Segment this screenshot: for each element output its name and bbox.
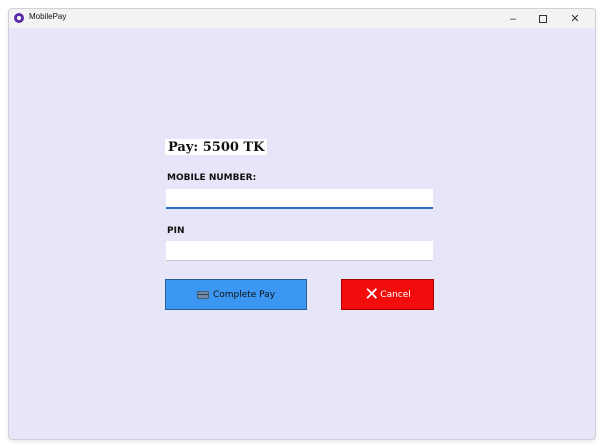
- x-icon: ✕: [364, 283, 380, 305]
- square-icon: [539, 14, 547, 23]
- credit-card-icon: [196, 290, 209, 299]
- app-logo-icon: [14, 13, 24, 23]
- minimize-button[interactable]: –: [502, 10, 524, 27]
- window-title: MobilePay: [29, 12, 67, 21]
- pin-label: PIN: [167, 226, 185, 236]
- payment-amount-label: Pay: 5500 TK: [165, 139, 268, 155]
- complete-pay-label: Complete Pay: [212, 289, 276, 300]
- complete-pay-button[interactable]: Complete Pay: [165, 279, 307, 310]
- close-window-button[interactable]: ✕: [564, 10, 586, 27]
- cancel-label: Cancel: [380, 289, 411, 300]
- mobile-number-input[interactable]: [166, 189, 433, 209]
- title-bar[interactable]: MobilePay – ✕: [9, 9, 595, 28]
- pin-input[interactable]: [166, 241, 433, 261]
- maximize-button[interactable]: [532, 10, 554, 27]
- cancel-button[interactable]: ✕ Cancel: [341, 279, 434, 310]
- mobile-number-label: MOBILE NUMBER:: [167, 173, 257, 183]
- mobilepay-window: MobilePay – ✕ Pay: 5500 TK MOBILE NUMBER…: [9, 9, 595, 439]
